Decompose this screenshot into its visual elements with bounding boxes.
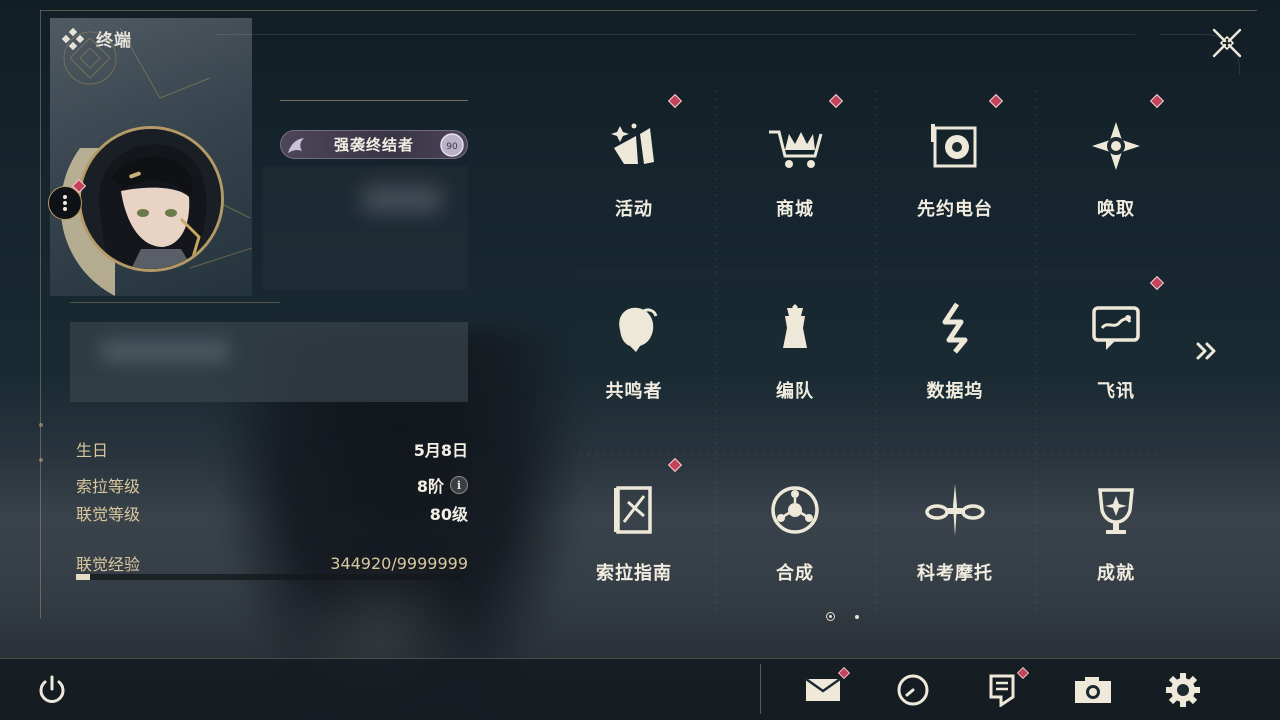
menu-label: 索拉指南	[596, 563, 672, 584]
stat-union-exp: 联觉经验 344920/9999999	[76, 551, 468, 575]
team-icon	[763, 296, 827, 360]
badge-dot	[1016, 666, 1030, 680]
stat-value: 8阶	[416, 477, 444, 496]
menu-item-motorbike[interactable]: 科考摩托	[895, 460, 1015, 610]
stat-value-wrap: 8阶 i	[417, 473, 468, 497]
achievement-icon	[1084, 478, 1148, 542]
menu-item-message[interactable]: 飞讯	[1056, 275, 1176, 428]
stat-label: 联觉等级	[76, 505, 141, 524]
player-name-blurred	[262, 166, 468, 290]
camera-button[interactable]	[1071, 668, 1115, 712]
stat-birthday: 生日 5月8日	[76, 437, 468, 461]
menu-item-shop[interactable]: 商城	[735, 93, 855, 246]
title-badge[interactable]: 强袭终结者 90	[280, 130, 468, 159]
menu-item-resonator[interactable]: 共鸣者	[574, 278, 694, 428]
stat-sola-level: 索拉等级 8阶 i	[76, 473, 468, 497]
more-vertical-icon	[63, 195, 67, 211]
menu-item-achievement[interactable]: 成就	[1056, 460, 1176, 610]
exp-progress-fill	[76, 574, 90, 580]
avatar[interactable]	[78, 126, 224, 272]
avatar-notification-dot	[71, 178, 87, 194]
stat-value: 80级	[429, 505, 468, 524]
power-button[interactable]	[30, 668, 74, 712]
menu-label: 唤取	[1097, 199, 1135, 220]
badge-dot	[667, 93, 683, 109]
data-bank-icon	[923, 296, 987, 360]
double-chevron-right-icon	[1196, 342, 1216, 360]
menu-label: 共鸣者	[605, 381, 663, 402]
menu-label: 飞讯	[1097, 381, 1135, 402]
menu-item-convene[interactable]: 唤取	[1056, 93, 1176, 246]
menu-label: 编队	[776, 381, 814, 402]
signature-box-blurred[interactable]	[70, 322, 468, 402]
frame-line	[40, 10, 41, 618]
settings-button[interactable]	[1161, 668, 1205, 712]
guidebook-icon	[602, 478, 666, 542]
stat-label: 索拉等级	[76, 477, 141, 496]
mail-icon	[805, 677, 841, 701]
menu-item-synthesis[interactable]: 合成	[735, 460, 855, 610]
badge-dot	[837, 666, 851, 680]
menu-label: 数据坞	[926, 381, 984, 402]
rail-ornament	[39, 423, 43, 462]
dragon-emblem-icon	[288, 138, 304, 153]
mail-button[interactable]	[801, 666, 851, 712]
badge-level-text: 90	[446, 142, 458, 152]
menu-label: 活动	[615, 199, 653, 220]
badge-dot	[828, 93, 844, 109]
badge-dot	[1149, 275, 1165, 291]
clock-icon	[897, 674, 929, 706]
notice-button[interactable]	[980, 666, 1030, 712]
menu-label: 先约电台	[917, 199, 993, 220]
menu-label: 科考摩托	[917, 563, 993, 584]
stat-value: 5月8日	[413, 441, 468, 460]
power-icon	[39, 675, 65, 703]
frame-line	[215, 34, 1135, 35]
stat-label: 生日	[76, 441, 109, 460]
card-divider	[70, 302, 280, 303]
menu-label: 商城	[776, 199, 814, 220]
page-indicator	[826, 612, 859, 621]
toolbar-divider	[760, 664, 761, 714]
title-badge-label: 强袭终结者	[333, 136, 414, 154]
menu-item-team[interactable]: 编队	[735, 278, 855, 428]
menu-item-activity[interactable]: 活动	[574, 93, 694, 246]
menu-item-guidebook[interactable]: 索拉指南	[574, 457, 694, 610]
menu-label: 合成	[776, 563, 814, 584]
page-dot[interactable]	[855, 614, 859, 619]
camera-icon	[1075, 677, 1111, 703]
avatar-portrait	[81, 129, 221, 269]
clock-button[interactable]	[891, 668, 935, 712]
notice-icon	[989, 674, 1015, 707]
info-icon[interactable]: i	[450, 476, 468, 494]
name-divider	[280, 100, 468, 101]
stat-union-level: 联觉等级 80级	[76, 501, 468, 525]
menu-item-radio[interactable]: 先约电台	[895, 93, 1015, 246]
radio-icon	[923, 114, 987, 178]
close-button[interactable]	[1196, 12, 1258, 74]
shop-icon	[763, 114, 827, 178]
motorbike-icon	[923, 478, 987, 542]
badge-dot	[1149, 93, 1165, 109]
badge-dot	[988, 93, 1004, 109]
menu-label: 成就	[1097, 563, 1135, 584]
next-page-button[interactable]	[1192, 336, 1222, 366]
close-icon	[1212, 28, 1242, 58]
exp-progress-bar	[76, 574, 460, 580]
message-icon	[1084, 296, 1148, 360]
frame-line	[40, 10, 1257, 11]
convene-icon	[1084, 114, 1148, 178]
menu-item-data-bank[interactable]: 数据坞	[895, 278, 1015, 428]
synthesis-icon	[763, 478, 827, 542]
resonator-icon	[602, 296, 666, 360]
stat-label: 联觉经验	[76, 555, 141, 574]
event-icon	[602, 114, 666, 178]
settings-icon	[1166, 673, 1200, 707]
stat-value: 344920/9999999	[330, 553, 468, 573]
level-orb-icon: 90	[440, 133, 464, 157]
badge-dot	[667, 457, 683, 473]
page-dot-active[interactable]	[826, 612, 835, 621]
